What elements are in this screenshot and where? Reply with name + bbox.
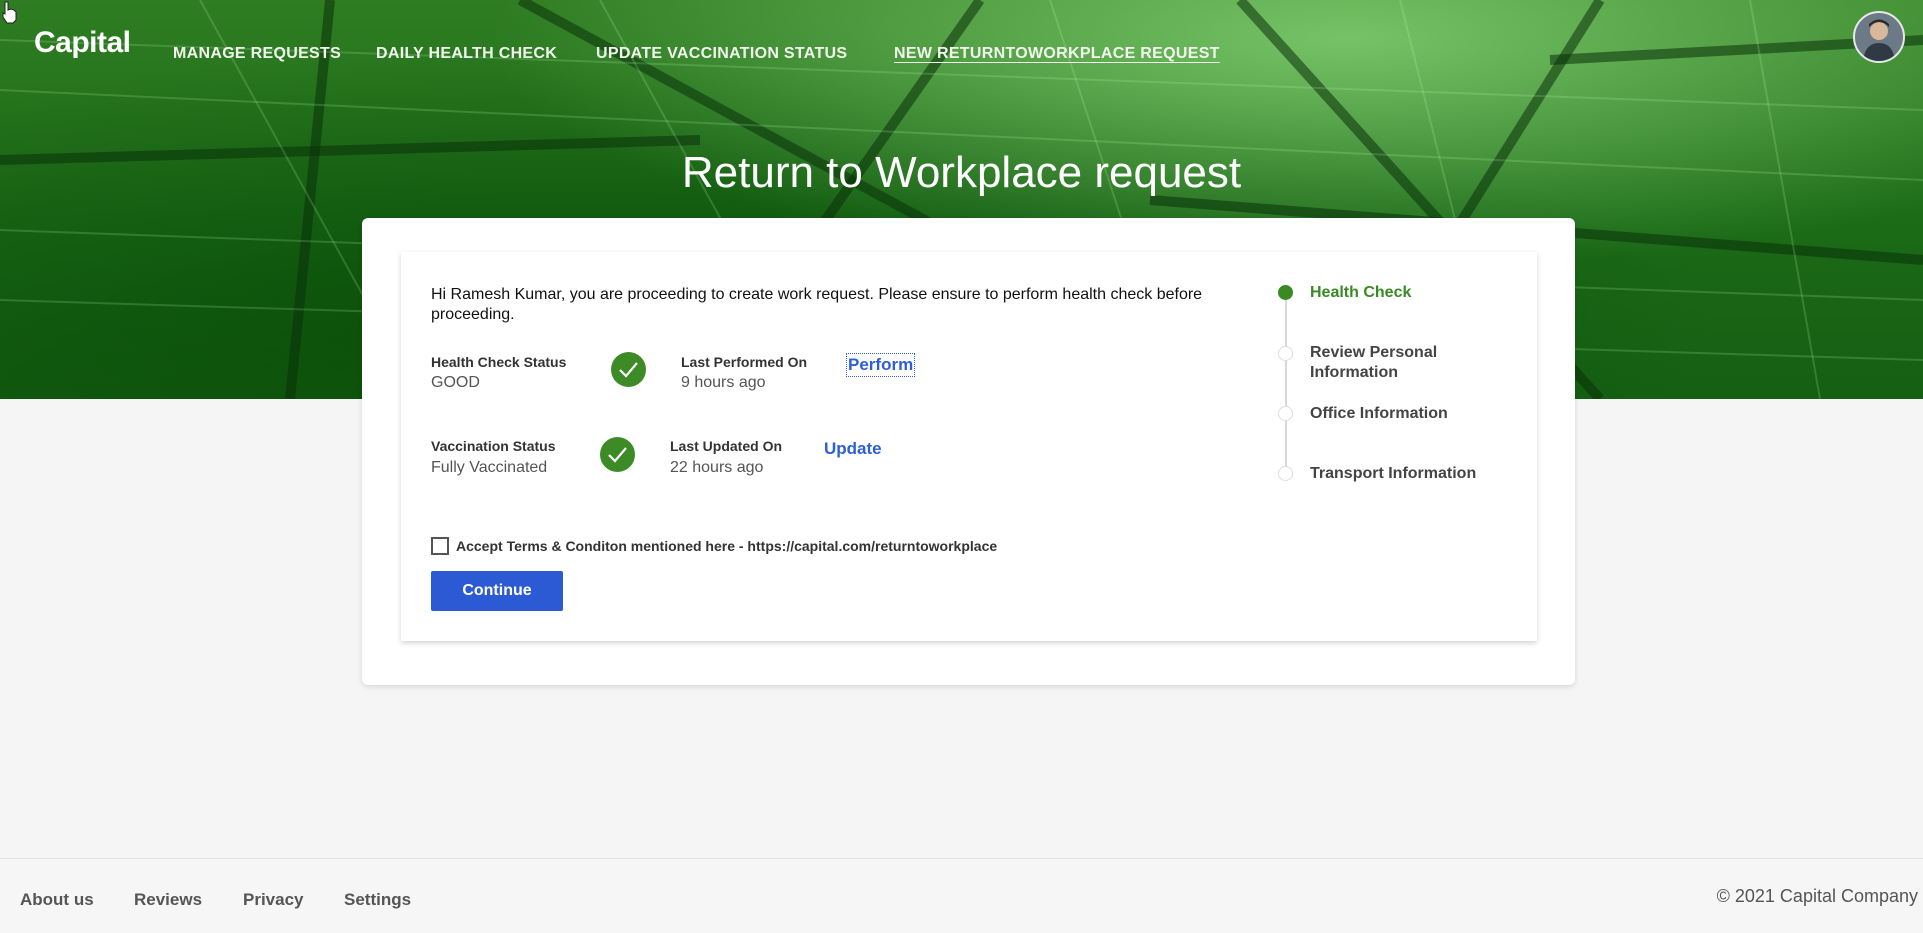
hand-cursor-icon [2, 1, 17, 24]
terms-label[interactable]: Accept Terms & Conditon mentioned here -… [456, 538, 997, 554]
footer-link-privacy[interactable]: Privacy [243, 890, 304, 910]
user-avatar[interactable] [1853, 11, 1905, 63]
stepper-track [1285, 292, 1287, 474]
health-date-value: 9 hours ago [681, 374, 766, 391]
nav-update-vaccination-status[interactable]: UPDATE VACCINATION STATUS [596, 45, 847, 63]
nav-manage-requests[interactable]: MANAGE REQUESTS [173, 45, 341, 63]
vaccination-status-label: Vaccination Status [431, 438, 556, 454]
health-date-label: Last Performed On [681, 354, 808, 370]
terms-checkbox[interactable] [431, 537, 449, 555]
checkmark-icon [619, 362, 638, 378]
step-dot-transport-information [1278, 466, 1293, 481]
perform-button[interactable]: Perform [845, 353, 916, 377]
footer-link-about-us[interactable]: About us [20, 890, 94, 910]
nav-daily-health-check[interactable]: DAILY HEALTH CHECK [376, 45, 557, 63]
health-status-check-icon [611, 352, 646, 387]
step-health-check[interactable]: Health Check [1310, 283, 1500, 303]
vaccination-date-label: Last Updated On [670, 438, 783, 454]
intro-text: Hi Ramesh Kumar, you are proceeding to c… [431, 286, 1203, 323]
footer-link-settings[interactable]: Settings [344, 890, 411, 910]
step-review-personal-information[interactable]: Review Personal Information [1310, 343, 1460, 383]
update-button[interactable]: Update [824, 439, 882, 459]
vaccination-status-value: Fully Vaccinated [431, 459, 548, 476]
step-dot-health-check [1278, 285, 1293, 300]
footer-link-reviews[interactable]: Reviews [134, 890, 202, 910]
step-dot-office-information [1278, 406, 1293, 421]
health-status-label: Health Check Status [431, 354, 567, 370]
avatar-photo-icon [1863, 19, 1895, 61]
footer: About us Reviews Privacy Settings © 2021… [0, 858, 1923, 933]
vaccination-status-check-icon [600, 437, 635, 472]
nav-new-returntoworkplace-request[interactable]: NEW RETURNTOWORKPLACE REQUEST [894, 45, 1220, 63]
checkmark-icon [608, 447, 627, 463]
continue-button[interactable]: Continue [431, 571, 563, 611]
step-dot-review-personal-information [1278, 346, 1293, 361]
brand-logo[interactable]: Capital [34, 26, 131, 60]
vaccination-date-value: 22 hours ago [670, 459, 764, 476]
health-status-value: GOOD [431, 374, 480, 391]
step-office-information[interactable]: Office Information [1310, 404, 1500, 424]
step-transport-information[interactable]: Transport Information [1310, 464, 1500, 484]
page-title: Return to Workplace request [681, 148, 1242, 197]
copyright-text: © 2021 Capital Company [1716, 886, 1918, 906]
